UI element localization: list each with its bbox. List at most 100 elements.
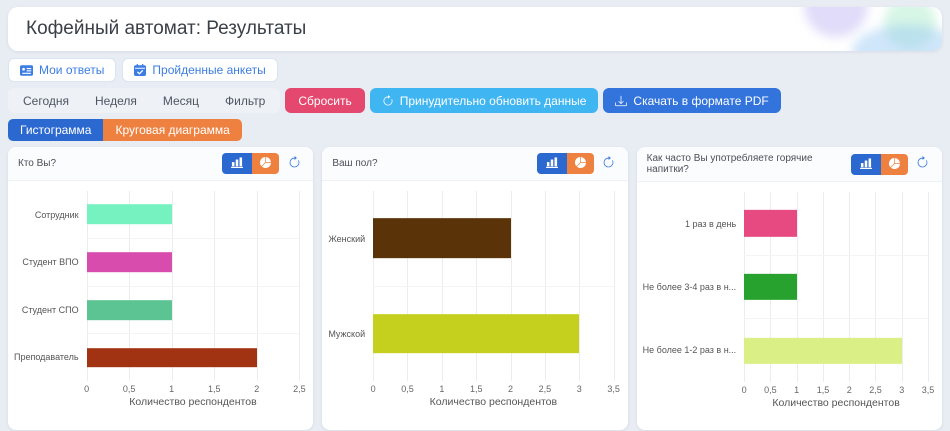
gridline bbox=[614, 191, 615, 381]
charts-container: Кто Вы? СотрудникСтудент ВПОСтудент СПОП… bbox=[8, 147, 942, 430]
bar bbox=[87, 300, 172, 320]
refresh-icon bbox=[288, 156, 301, 172]
chart-controls bbox=[222, 153, 305, 174]
category-axis: СотрудникСтудент ВПОСтудент СПОПреподава… bbox=[14, 191, 87, 381]
category-axis: 1 раз в деньНе более 3-4 раз в н...Не бо… bbox=[643, 192, 745, 382]
bar bbox=[87, 252, 172, 272]
plot-column: 00,511,522,533,5 Количество респондентов bbox=[744, 192, 928, 424]
category-band bbox=[373, 286, 614, 382]
category-label: Женский bbox=[328, 191, 373, 286]
tab-pie-chart[interactable]: Круговая диаграмма bbox=[103, 119, 241, 141]
chart-controls bbox=[851, 154, 934, 175]
x-tick-label: 3,5 bbox=[922, 385, 935, 395]
force-refresh-button[interactable]: Принудительно обновить данные bbox=[370, 88, 599, 113]
bar-view-button[interactable] bbox=[222, 153, 252, 174]
category-band bbox=[373, 191, 614, 286]
bar bbox=[87, 348, 257, 368]
category-band bbox=[87, 238, 300, 286]
refresh-icon bbox=[602, 156, 615, 172]
pie-view-button[interactable] bbox=[567, 153, 594, 174]
x-tick-label: 2,5 bbox=[869, 385, 882, 395]
category-label: Мужской bbox=[328, 286, 373, 381]
bar-chart: СотрудникСтудент ВПОСтудент СПОПреподава… bbox=[8, 181, 313, 430]
download-pdf-button[interactable]: Скачать в формате PDF bbox=[603, 88, 780, 113]
gridline bbox=[928, 192, 929, 382]
x-tick-label: 1 bbox=[439, 384, 444, 394]
bar-chart-icon bbox=[860, 157, 872, 172]
plot-area bbox=[373, 191, 614, 381]
x-tick-label: 0 bbox=[371, 384, 376, 394]
gridline bbox=[299, 191, 300, 381]
x-axis-label: Количество респондентов bbox=[87, 395, 300, 408]
download-icon bbox=[615, 95, 627, 107]
category-band bbox=[744, 318, 928, 382]
x-tick-label: 0,5 bbox=[401, 384, 414, 394]
x-tick-label: 2,5 bbox=[293, 384, 306, 394]
bar-chart: 1 раз в деньНе более 3-4 раз в н...Не бо… bbox=[637, 182, 942, 430]
chart-card-header: Как часто Вы употребляете горячие напитк… bbox=[637, 147, 942, 182]
x-tick-label: 1 bbox=[794, 385, 799, 395]
refresh-chart-button[interactable] bbox=[283, 153, 305, 174]
page-header: Кофейный автомат: Результаты bbox=[8, 7, 942, 51]
id-card-icon bbox=[20, 65, 33, 76]
category-label: 1 раз в день bbox=[643, 192, 745, 255]
my-answers-button[interactable]: Мои ответы bbox=[8, 58, 116, 82]
x-tick-label: 3,5 bbox=[607, 384, 620, 394]
decor-circle bbox=[804, 7, 868, 37]
refresh-chart-button[interactable] bbox=[598, 153, 620, 174]
chart-card-gender: Ваш пол? ЖенскийМужской 00,511,522,533,5… bbox=[322, 147, 627, 430]
x-tick-label: 0 bbox=[84, 384, 89, 394]
bar-view-button[interactable] bbox=[851, 154, 881, 175]
bar bbox=[373, 218, 510, 258]
my-answers-label: Мои ответы bbox=[39, 64, 104, 76]
pie-chart-icon bbox=[575, 156, 586, 171]
force-refresh-label: Принудительно обновить данные bbox=[400, 95, 587, 107]
bar-view-button[interactable] bbox=[537, 153, 567, 174]
category-label: Студент СПО bbox=[14, 286, 87, 334]
bar bbox=[87, 205, 172, 225]
chart-card-header: Ваш пол? bbox=[322, 147, 627, 181]
filter-week[interactable]: Неделя bbox=[82, 89, 150, 113]
x-tick-label: 1,5 bbox=[817, 385, 830, 395]
chart-title: Как часто Вы употребляете горячие напитк… bbox=[647, 153, 851, 175]
x-axis-ticks: 00,511,522,533,5 bbox=[373, 381, 614, 395]
filter-month[interactable]: Месяц bbox=[150, 89, 212, 113]
page-title: Кофейный автомат: Результаты bbox=[26, 18, 306, 40]
x-tick-label: 1,5 bbox=[470, 384, 483, 394]
refresh-chart-button[interactable] bbox=[912, 154, 934, 175]
x-tick-label: 3 bbox=[577, 384, 582, 394]
bar bbox=[744, 274, 797, 300]
reset-button[interactable]: Сбросить bbox=[285, 88, 364, 113]
completed-surveys-button[interactable]: Пройденные анкеты bbox=[122, 58, 277, 82]
refresh-icon bbox=[382, 95, 394, 107]
filter-today[interactable]: Сегодня bbox=[10, 89, 82, 113]
tab-histogram[interactable]: Гистограмма bbox=[8, 119, 103, 141]
bar-chart: ЖенскийМужской 00,511,522,533,5 Количест… bbox=[322, 181, 627, 430]
category-label: Сотрудник bbox=[14, 191, 87, 239]
calendar-check-icon bbox=[134, 64, 146, 76]
chart-card-who-are-you: Кто Вы? СотрудникСтудент ВПОСтудент СПОП… bbox=[8, 147, 313, 430]
chart-title: Кто Вы? bbox=[18, 158, 56, 169]
view-tabs-row: Гистограмма Круговая диаграмма bbox=[8, 119, 942, 141]
category-band bbox=[87, 286, 300, 334]
filter-custom[interactable]: Фильтр bbox=[212, 89, 278, 113]
category-label: Студент ВПО bbox=[14, 239, 87, 287]
plot-area bbox=[87, 191, 300, 381]
x-axis-ticks: 00,511,522,5 bbox=[87, 381, 300, 395]
bar-chart-icon bbox=[546, 156, 558, 171]
x-tick-label: 2 bbox=[254, 384, 259, 394]
category-band bbox=[87, 191, 300, 238]
pie-chart-icon bbox=[260, 156, 271, 171]
category-band bbox=[87, 333, 300, 381]
plot-column: 00,511,522,5 Количество респондентов bbox=[87, 191, 300, 424]
x-axis-label: Количество респондентов bbox=[373, 395, 614, 408]
plot-column: 00,511,522,533,5 Количество респондентов bbox=[373, 191, 614, 424]
category-band bbox=[744, 192, 928, 255]
chart-controls bbox=[537, 153, 620, 174]
chart-card-hot-drinks-frequency: Как часто Вы употребляете горячие напитк… bbox=[637, 147, 942, 430]
toolbar-row: Сегодня Неделя Месяц Фильтр Сбросить При… bbox=[8, 88, 942, 113]
bar bbox=[744, 210, 797, 236]
refresh-icon bbox=[916, 156, 929, 172]
pie-view-button[interactable] bbox=[881, 154, 908, 175]
pie-view-button[interactable] bbox=[252, 153, 279, 174]
